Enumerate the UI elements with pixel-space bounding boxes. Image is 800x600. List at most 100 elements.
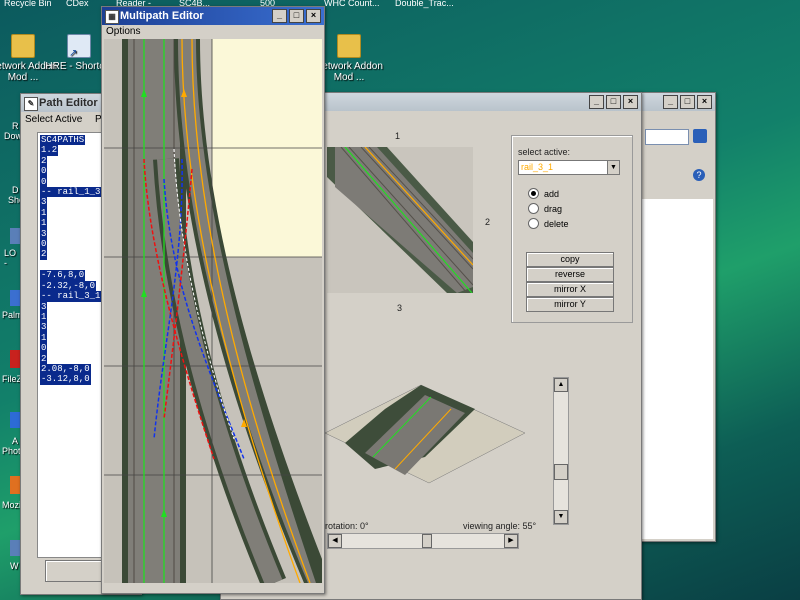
menu-select-active[interactable]: Select Active: [25, 114, 82, 125]
app-icon[interactable]: [10, 350, 20, 368]
code-line: 0: [40, 166, 48, 177]
app-icon[interactable]: [10, 290, 20, 306]
content-area: [639, 199, 713, 539]
window-controls: _ □ ×: [663, 95, 712, 109]
window-title: Multipath Editor: [120, 10, 204, 22]
desktop-label[interactable]: LO -: [4, 248, 20, 268]
window-titlebar[interactable]: ▦ Multipath Editor _ □ ×: [102, 7, 324, 25]
mirror-x-button[interactable]: mirror X: [526, 282, 614, 297]
desktop-label[interactable]: WHC Count...: [324, 0, 380, 8]
desktop-label[interactable]: R: [12, 121, 19, 131]
app-icon[interactable]: [10, 412, 20, 428]
code-line: 3: [40, 197, 48, 208]
app-icon: ✎: [24, 97, 38, 111]
code-line: 1: [40, 311, 48, 323]
app-icon: ▦: [105, 10, 119, 24]
scroll-left-icon[interactable]: ◀: [328, 534, 342, 548]
track-iso-view[interactable]: [325, 383, 525, 495]
select-active-label: select active:: [518, 147, 571, 157]
desktop-label[interactable]: FileZ: [2, 374, 22, 384]
scroll-down-icon[interactable]: ▼: [554, 510, 568, 524]
options-panel: select active: rail_3_1 ▼ add drag delet…: [511, 135, 633, 323]
code-line: 0: [40, 176, 48, 188]
code-line: 0: [40, 343, 48, 354]
close-icon[interactable]: ×: [697, 95, 712, 109]
view-label-3: 3: [397, 303, 403, 313]
code-line: -- rail_1_3: [40, 187, 102, 198]
scroll-right-icon[interactable]: ▶: [504, 534, 518, 548]
code-line: 2.08,-8,0: [40, 363, 91, 375]
viewing-angle-label: viewing angle: 55°: [463, 521, 537, 531]
radio-circle-icon: [528, 188, 539, 199]
desktop-icon-label: Network Addon Mod ...: [315, 61, 383, 83]
mode-delete-radio[interactable]: delete: [528, 218, 569, 229]
radio-circle-icon: [528, 218, 539, 229]
desktop-label[interactable]: D: [12, 185, 19, 195]
select-active-dropdown[interactable]: rail_3_1 ▼: [518, 160, 620, 175]
menu-options[interactable]: Options: [106, 26, 140, 37]
app-icon[interactable]: [10, 476, 20, 494]
viewing-angle-scrollbar[interactable]: ▲ ▼: [553, 377, 569, 525]
window-controls: _ □ ×: [272, 9, 321, 23]
app-icon[interactable]: [10, 540, 20, 556]
desktop-label[interactable]: CDex: [66, 0, 89, 8]
code-line: -- rail_3_1: [40, 291, 102, 302]
rotation-label: rotation: 0°: [325, 521, 369, 531]
radio-circle-icon: [528, 203, 539, 214]
code-line: SC4PATHS: [40, 135, 86, 146]
scroll-thumb[interactable]: [554, 464, 568, 480]
window-controls: _ □ ×: [589, 95, 638, 109]
code-line: 1: [40, 332, 48, 344]
code-line: 3: [40, 301, 48, 312]
minimize-icon[interactable]: _: [663, 95, 678, 109]
mode-label: add: [544, 188, 560, 199]
code-line: 3: [40, 322, 48, 333]
copy-button[interactable]: copy: [526, 252, 614, 267]
help-icon[interactable]: ?: [693, 169, 705, 181]
mode-drag-radio[interactable]: drag: [528, 203, 562, 214]
mode-add-radio[interactable]: add: [528, 188, 559, 199]
maximize-icon[interactable]: □: [289, 9, 304, 23]
view-label-1: 1: [395, 131, 401, 141]
shortcut-icon: [67, 34, 91, 59]
code-line: -3.12,8,0: [40, 374, 91, 385]
search-icon[interactable]: [693, 129, 707, 143]
desktop-label[interactable]: Double_Trac...: [395, 0, 454, 8]
code-line: 2: [40, 155, 48, 167]
code-line: 1: [40, 218, 48, 229]
code-line: 2: [40, 353, 48, 364]
desktop-left-labels: R Dow D Sho LO - Palm FileZ A Photo Mozi…: [0, 0, 26, 600]
close-icon[interactable]: ×: [306, 9, 321, 23]
select-active-value: rail_3_1: [521, 162, 554, 172]
multipath-editor-window[interactable]: ▦ Multipath Editor _ □ × Options: [101, 6, 325, 594]
code-line: -7.6,8,0: [40, 270, 86, 281]
mode-label: delete: [544, 218, 569, 229]
minimize-icon[interactable]: _: [272, 9, 287, 23]
menubar: Options: [102, 25, 324, 39]
desktop-label[interactable]: W: [10, 561, 19, 571]
desktop-label[interactable]: A: [12, 436, 18, 446]
maximize-icon[interactable]: □: [606, 95, 621, 109]
search-field[interactable]: [645, 129, 689, 145]
folder-icon: [337, 34, 361, 58]
code-line: 3: [40, 228, 48, 240]
app-icon[interactable]: [10, 228, 20, 244]
mirror-y-button[interactable]: mirror Y: [526, 297, 614, 312]
multipath-canvas[interactable]: [104, 39, 322, 583]
code-line: 2: [40, 249, 48, 260]
code-line: 0: [40, 239, 48, 250]
reverse-button[interactable]: reverse: [526, 267, 614, 282]
track-top-view[interactable]: [327, 147, 473, 293]
mode-label: drag: [544, 203, 563, 214]
close-icon[interactable]: ×: [623, 95, 638, 109]
code-line: 1: [40, 207, 48, 219]
rotation-scrollbar[interactable]: ◀ ▶: [327, 533, 519, 549]
chevron-down-icon[interactable]: ▼: [607, 161, 619, 174]
scroll-up-icon[interactable]: ▲: [554, 378, 568, 392]
maximize-icon[interactable]: □: [680, 95, 695, 109]
code-line: -2.32,-8,0: [40, 280, 97, 292]
scroll-thumb[interactable]: [422, 534, 432, 548]
code-line: 1.2: [40, 145, 59, 156]
minimize-icon[interactable]: _: [589, 95, 604, 109]
